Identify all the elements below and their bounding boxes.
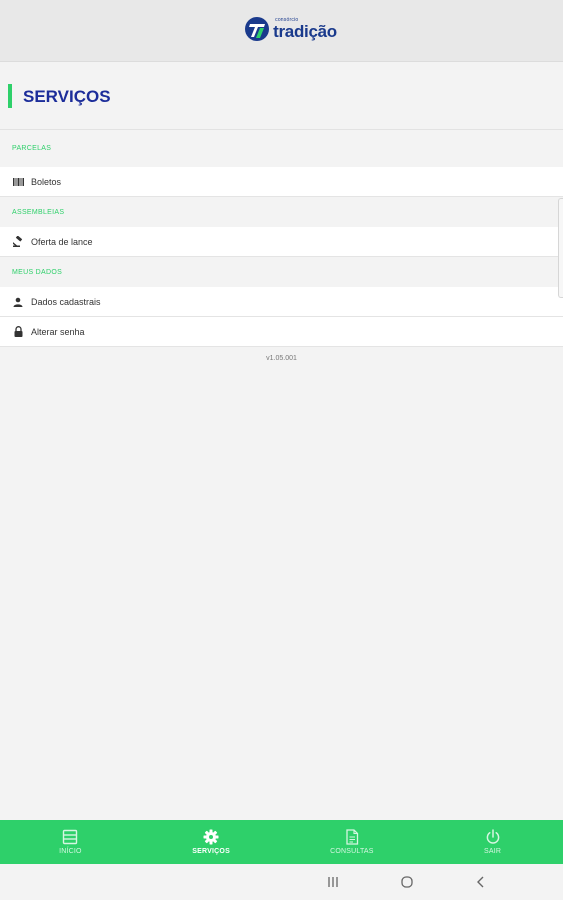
title-accent-bar — [8, 83, 12, 108]
nav-tab-label: INÍCIO — [59, 848, 82, 855]
nav-tab-label: SERVIÇOS — [192, 848, 230, 855]
power-icon — [486, 829, 499, 844]
list-item-label: Dados cadastrais — [31, 296, 101, 307]
scroll-handle[interactable] — [558, 198, 563, 298]
barcode-icon — [12, 176, 24, 188]
person-icon — [12, 296, 24, 308]
gear-icon — [203, 829, 219, 845]
section-header-meus-dados: MEUS DADOS — [0, 257, 563, 287]
lock-icon — [12, 326, 24, 338]
list-item-label: Oferta de lance — [31, 236, 93, 247]
document-icon — [346, 829, 359, 845]
list-item-label: Boletos — [31, 176, 62, 187]
system-navigation-bar — [0, 864, 563, 900]
tradicao-logo-icon — [245, 16, 270, 41]
bottom-nav: INÍCIO SERVIÇOS CONSULTAS SAIR — [0, 820, 563, 864]
list-item-boletos[interactable]: Boletos — [0, 167, 563, 197]
section-header-assembleias: ASSEMBLEIAS — [0, 197, 563, 227]
app-version: v1.05.001 — [266, 355, 297, 362]
nav-tab-label: CONSULTAS — [330, 848, 374, 855]
logo-brand-text: tradição — [273, 21, 337, 41]
main-content: SERVIÇOS PARCELAS Boletos ASSEMBLEIAS Of… — [0, 62, 563, 362]
page-title-bar: SERVIÇOS — [0, 62, 563, 130]
nav-tab-inicio[interactable]: INÍCIO — [0, 820, 141, 864]
gavel-icon — [12, 236, 24, 248]
home-icon — [63, 829, 78, 845]
list-item-alterar-senha[interactable]: Alterar senha — [0, 317, 563, 347]
home-circle-icon[interactable] — [400, 875, 414, 889]
recents-icon[interactable] — [326, 875, 340, 889]
list-item-label: Alterar senha — [31, 326, 85, 337]
back-icon[interactable] — [474, 875, 488, 889]
page-title: SERVIÇOS — [23, 86, 111, 106]
nav-tab-sair[interactable]: SAIR — [422, 820, 563, 864]
app-header: consórcio tradição — [0, 0, 563, 62]
brand-logo: consórcio tradição — [244, 16, 337, 42]
list-item-dados-cadastrais[interactable]: Dados cadastrais — [0, 287, 563, 317]
nav-tab-servicos[interactable]: SERVIÇOS — [141, 820, 282, 864]
nav-tab-label: SAIR — [484, 848, 502, 855]
nav-tab-consultas[interactable]: CONSULTAS — [282, 820, 423, 864]
list-item-oferta-de-lance[interactable]: Oferta de lance — [0, 227, 563, 257]
section-header-parcelas: PARCELAS — [0, 130, 563, 167]
